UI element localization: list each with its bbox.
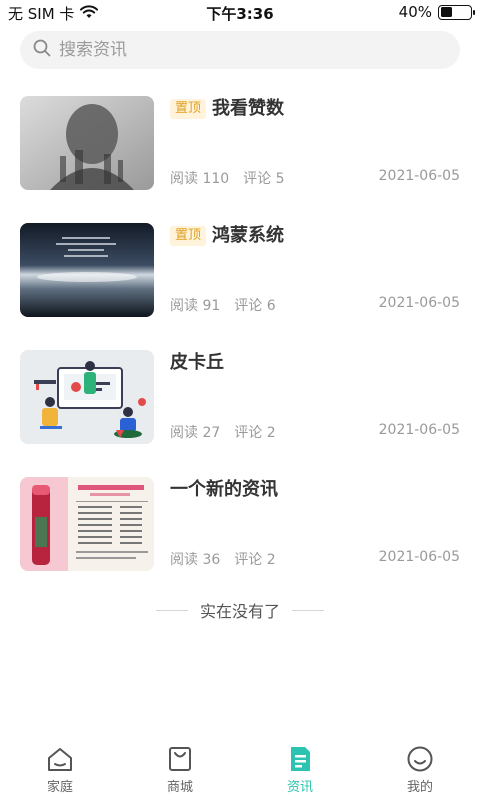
read-count: 阅读 27 <box>170 425 221 441</box>
news-thumbnail-illustration <box>20 350 154 444</box>
news-document-icon <box>285 744 315 774</box>
read-count: 阅读 110 <box>170 171 230 187</box>
tab-home[interactable]: 家庭 <box>0 738 120 800</box>
news-meta: 阅读 91 评论 6 2021-06-05 <box>170 295 460 315</box>
news-title: 皮卡丘 <box>170 352 224 373</box>
news-item[interactable]: 一个新的资讯 阅读 36 评论 2 2021-06-05 <box>20 477 460 604</box>
news-title: 鸿蒙系统 <box>212 225 285 246</box>
publish-date: 2021-06-05 <box>378 422 460 438</box>
smiley-profile-icon <box>405 744 435 774</box>
news-meta: 阅读 36 评论 2 2021-06-05 <box>170 549 460 569</box>
news-list: 置顶 我看赞数 阅读 110 评论 5 2021-06-05 置顶 鸿蒙系统 阅… <box>20 96 460 604</box>
comment-count: 评论 5 <box>243 171 285 187</box>
tab-shop[interactable]: 商城 <box>120 738 240 800</box>
read-count: 阅读 91 <box>170 298 221 314</box>
publish-date: 2021-06-05 <box>378 168 460 184</box>
pinned-badge: 置顶 <box>170 99 207 119</box>
home-icon <box>45 744 75 774</box>
tab-label: 我的 <box>406 780 433 795</box>
news-info: 皮卡丘 阅读 27 评论 2 2021-06-05 <box>170 350 460 444</box>
news-info: 一个新的资讯 阅读 36 评论 2 2021-06-05 <box>170 477 460 571</box>
title-row: 皮卡丘 <box>170 351 460 375</box>
tab-label: 家庭 <box>46 780 73 795</box>
search-bar[interactable] <box>20 31 460 69</box>
status-right: 40% <box>398 3 475 21</box>
news-meta: 阅读 27 评论 2 2021-06-05 <box>170 422 460 442</box>
title-row: 置顶 我看赞数 <box>170 97 460 121</box>
news-info: 置顶 鸿蒙系统 阅读 91 评论 6 2021-06-05 <box>170 223 460 317</box>
title-row: 一个新的资讯 <box>170 478 460 502</box>
news-item[interactable]: 置顶 鸿蒙系统 阅读 91 评论 6 2021-06-05 <box>20 223 460 350</box>
end-of-list-text: 实在没有了 <box>199 602 280 621</box>
status-bar: 无 SIM 卡 下午3:36 40% <box>0 0 480 26</box>
news-thumbnail-portrait <box>20 96 154 190</box>
read-count: 阅读 36 <box>170 552 221 568</box>
news-item[interactable]: 皮卡丘 阅读 27 评论 2 2021-06-05 <box>20 350 460 477</box>
shopping-bag-icon <box>165 744 195 774</box>
end-of-list-tip: 实在没有了 <box>0 598 480 622</box>
tab-label: 资讯 <box>286 780 313 795</box>
title-row: 置顶 鸿蒙系统 <box>170 224 460 248</box>
tab-news[interactable]: 资讯 <box>240 738 360 800</box>
news-info: 置顶 我看赞数 阅读 110 评论 5 2021-06-05 <box>170 96 460 190</box>
news-thumbnail-vitamin-product <box>20 477 154 571</box>
news-item[interactable]: 置顶 我看赞数 阅读 110 评论 5 2021-06-05 <box>20 96 460 223</box>
divider-line <box>155 609 188 611</box>
search-icon <box>33 39 51 61</box>
comment-count: 评论 2 <box>234 425 276 441</box>
pinned-badge: 置顶 <box>170 226 207 246</box>
battery-percent: 40% <box>398 3 432 21</box>
tab-label: 商城 <box>166 780 193 795</box>
news-title: 一个新的资讯 <box>170 479 278 500</box>
battery-icon <box>438 4 475 20</box>
publish-date: 2021-06-05 <box>378 295 460 311</box>
news-meta: 阅读 110 评论 5 2021-06-05 <box>170 168 460 188</box>
publish-date: 2021-06-05 <box>378 549 460 565</box>
news-thumbnail-seascape <box>20 223 154 317</box>
tab-profile[interactable]: 我的 <box>360 738 480 800</box>
divider-line <box>292 609 324 611</box>
search-input[interactable] <box>59 40 419 60</box>
bottom-tab-bar: 家庭 商城 资讯 我的 <box>0 738 480 800</box>
comment-count: 评论 6 <box>234 298 276 314</box>
news-title: 我看赞数 <box>212 98 285 119</box>
comment-count: 评论 2 <box>234 552 276 568</box>
